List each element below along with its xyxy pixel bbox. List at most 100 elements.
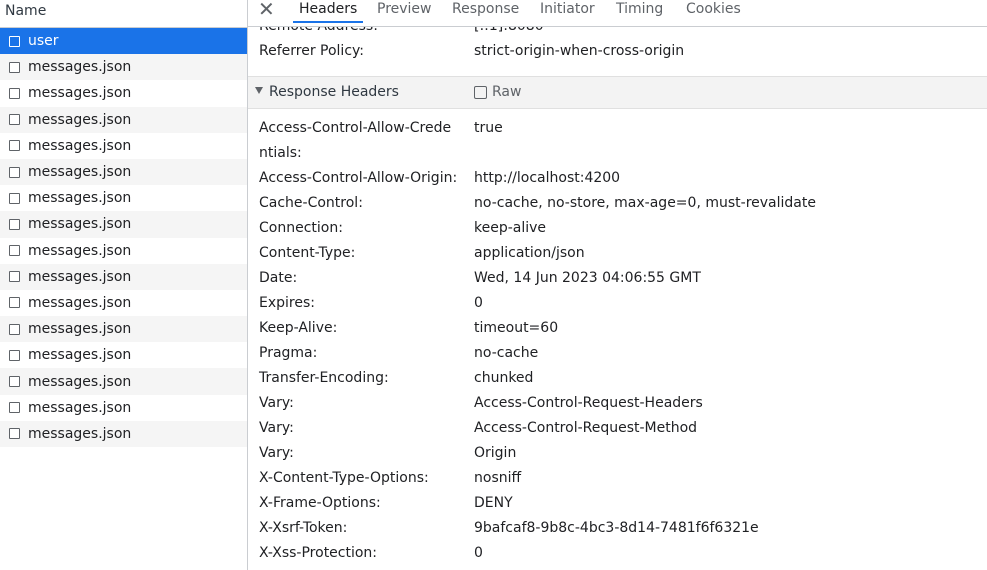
- response-headers-title: Response Headers: [269, 84, 399, 100]
- header-row: X-Content-Type-Options: nosniff: [248, 466, 987, 491]
- header-name: Pragma:: [259, 345, 318, 361]
- header-name: Content-Type:: [259, 245, 356, 261]
- header-name: Connection:: [259, 220, 343, 236]
- name-column-header[interactable]: Name: [0, 0, 247, 28]
- header-name: Keep-Alive:: [259, 320, 338, 336]
- details-tab-bar: ✕ Headers Preview Response Initiator Timing C…: [248, 0, 987, 27]
- close-icon[interactable]: ✕: [258, 0, 275, 21]
- request-name: messages.json: [28, 321, 132, 338]
- header-value: DENY: [474, 495, 513, 511]
- header-value: Access-Control-Request-Headers: [474, 395, 703, 411]
- request-checkbox[interactable]: [9, 323, 20, 335]
- request-checkbox[interactable]: [9, 87, 20, 99]
- header-row: Vary: Access-Control-Request-Headers: [248, 391, 987, 416]
- header-value: true: [474, 120, 503, 136]
- request-details-pane: Remote Address: [::1]:8080 Referrer Poli…: [248, 0, 987, 570]
- header-value: 0: [474, 545, 483, 561]
- tab-headers[interactable]: Headers: [292, 0, 364, 23]
- header-value: strict-origin-when-cross-origin: [474, 43, 685, 59]
- request-name: user: [28, 33, 59, 50]
- header-name: X-Xss-Protection:: [259, 545, 378, 561]
- tab-response[interactable]: Response: [452, 0, 519, 23]
- header-name: Expires:: [259, 295, 315, 311]
- request-checkbox[interactable]: [9, 297, 20, 309]
- request-name: messages.json: [28, 425, 132, 442]
- response-headers-section-header[interactable]: Response Headers Raw: [248, 76, 987, 109]
- header-value: Access-Control-Request-Method: [474, 420, 698, 436]
- request-name: messages.json: [28, 216, 132, 233]
- raw-label: Raw: [492, 84, 522, 100]
- request-row[interactable]: messages.json: [0, 395, 247, 421]
- header-value: Wed, 14 Jun 2023 04:06:55 GMT: [474, 270, 701, 286]
- request-name: messages.json: [28, 137, 132, 154]
- header-row: Transfer-Encoding: chunked: [248, 366, 987, 391]
- request-row[interactable]: messages.json: [0, 185, 247, 211]
- header-row: Pragma: no-cache: [248, 341, 987, 366]
- request-checkbox[interactable]: [9, 166, 20, 178]
- tab-cookies[interactable]: Cookies: [686, 0, 741, 23]
- request-row[interactable]: messages.json: [0, 54, 247, 81]
- header-row: Keep-Alive: timeout=60: [248, 316, 987, 341]
- header-value: nosniff: [474, 470, 522, 486]
- header-value: chunked: [474, 370, 534, 386]
- tab-initiator[interactable]: Initiator: [540, 0, 595, 23]
- request-row[interactable]: messages.json: [0, 211, 247, 238]
- header-name: Transfer-Encoding:: [259, 370, 389, 386]
- header-value: application/json: [474, 245, 585, 261]
- header-row: Cache-Control: no-cache, no-store, max-ag…: [248, 191, 987, 216]
- request-row[interactable]: messages.json: [0, 263, 247, 290]
- header-row: X-Frame-Options: DENY: [248, 491, 987, 516]
- header-row: Connection: keep-alive: [248, 216, 987, 241]
- request-name: messages.json: [28, 347, 132, 364]
- request-checkbox[interactable]: [9, 245, 20, 257]
- header-name: Vary:: [259, 395, 294, 411]
- header-name: X-Xsrf-Token:: [259, 520, 348, 536]
- request-checkbox[interactable]: [9, 61, 20, 73]
- request-name: messages.json: [28, 399, 132, 416]
- raw-toggle[interactable]: Raw: [474, 77, 521, 108]
- request-list: user messages.json messages.json messages.j…: [0, 28, 247, 447]
- request-row[interactable]: messages.json: [0, 316, 247, 343]
- header-row: Vary: Origin: [248, 441, 987, 466]
- header-value: 0: [474, 295, 483, 311]
- request-checkbox[interactable]: [9, 114, 20, 126]
- request-row-selected[interactable]: user: [0, 28, 247, 55]
- header-row: Access-Control-Allow-Credentials: true: [248, 116, 987, 166]
- request-checkbox[interactable]: [9, 376, 20, 388]
- headers-content: Remote Address: [::1]:8080 Referrer Poli…: [248, 14, 987, 566]
- request-row[interactable]: messages.json: [0, 238, 247, 264]
- request-checkbox[interactable]: [9, 218, 20, 230]
- triangle-down-icon[interactable]: [255, 87, 263, 94]
- request-checkbox[interactable]: [9, 428, 20, 440]
- request-checkbox[interactable]: [9, 140, 20, 152]
- header-name: X-Content-Type-Options:: [259, 470, 429, 486]
- header-row: Content-Type: application/json: [248, 241, 987, 266]
- request-row[interactable]: messages.json: [0, 368, 247, 395]
- header-row-referrer-policy: Referrer Policy: strict-origin-when-cros…: [248, 39, 987, 64]
- header-name: Vary:: [259, 420, 294, 436]
- request-row[interactable]: messages.json: [0, 80, 247, 106]
- request-row[interactable]: messages.json: [0, 158, 247, 186]
- request-name: messages.json: [28, 111, 132, 128]
- request-row[interactable]: messages.json: [0, 342, 247, 368]
- request-checkbox[interactable]: [9, 192, 20, 204]
- request-name: messages.json: [28, 268, 132, 285]
- header-name: Referrer Policy:: [259, 43, 364, 59]
- response-headers-list: Access-Control-Allow-Credentials: true Acc…: [248, 116, 987, 566]
- request-checkbox[interactable]: [9, 349, 20, 361]
- request-row[interactable]: messages.json: [0, 106, 247, 133]
- request-name: messages.json: [28, 59, 132, 76]
- request-row[interactable]: messages.json: [0, 133, 247, 159]
- tab-timing[interactable]: Timing: [616, 0, 663, 23]
- request-checkbox[interactable]: [9, 271, 20, 283]
- request-row[interactable]: messages.json: [0, 420, 247, 447]
- request-checkbox[interactable]: [9, 402, 20, 414]
- request-checkbox[interactable]: [9, 35, 20, 47]
- request-name: messages.json: [28, 373, 132, 390]
- tab-preview[interactable]: Preview: [377, 0, 432, 23]
- request-row[interactable]: messages.json: [0, 290, 247, 316]
- request-name: messages.json: [28, 190, 132, 207]
- request-name: messages.json: [28, 294, 132, 311]
- raw-checkbox[interactable]: [474, 86, 487, 99]
- header-name: Access-Control-Allow-Origin:: [259, 170, 458, 186]
